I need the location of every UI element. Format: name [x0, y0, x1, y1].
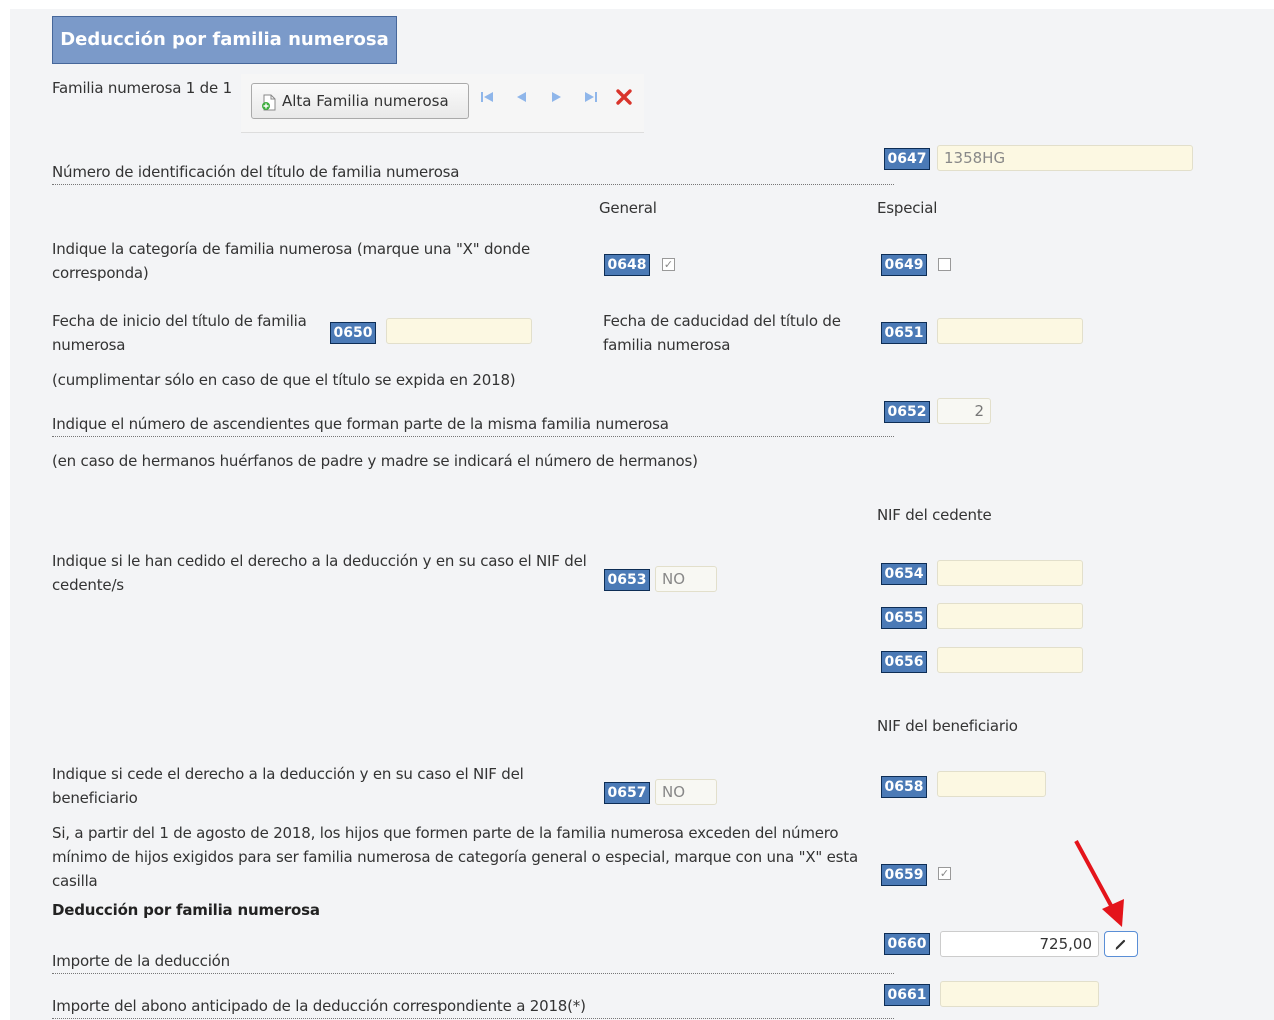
box-0656: 0656	[881, 651, 927, 673]
box-0657: 0657	[604, 782, 650, 804]
pencil-icon	[1115, 939, 1126, 950]
label-0652: Indique el número de ascendientes que fo…	[52, 412, 894, 437]
form-panel: Deducción por familia numerosa Familia n…	[10, 9, 1274, 1020]
field-0647[interactable]: 1358HG	[937, 145, 1193, 171]
label-0650: Fecha de inicio del título de familia nu…	[52, 312, 307, 354]
field-0661[interactable]	[940, 981, 1099, 1007]
field-0658[interactable]	[937, 771, 1046, 797]
add-family-label: Alta Familia numerosa	[282, 92, 449, 110]
delete-record-icon[interactable]	[613, 86, 635, 108]
subtitle-deduccion: Deducción por familia numerosa	[52, 901, 320, 919]
box-0661: 0661	[884, 984, 930, 1006]
field-0651[interactable]	[937, 318, 1083, 344]
checkbox-0648[interactable]: ✓	[662, 258, 675, 271]
label-0660: Importe de la deducción	[52, 949, 894, 974]
field-0656[interactable]	[937, 647, 1083, 673]
last-record-icon[interactable]	[579, 86, 601, 108]
header-nif-cedente: NIF del cedente	[877, 506, 992, 524]
note-huerfanos: (en caso de hermanos huérfanos de padre …	[52, 452, 698, 470]
next-record-icon[interactable]	[545, 86, 567, 108]
red-arrow-icon	[1074, 840, 1124, 927]
field-0657[interactable]: NO	[655, 779, 717, 805]
field-0653[interactable]: NO	[655, 566, 717, 592]
header-nif-beneficiario: NIF del beneficiario	[877, 717, 1018, 735]
field-0654[interactable]	[937, 560, 1083, 586]
field-0660[interactable]: 725,00	[940, 931, 1099, 957]
label-0651: Fecha de caducidad del título de familia…	[603, 312, 841, 354]
edit-0660-button[interactable]	[1104, 931, 1138, 957]
checkbox-0659[interactable]: ✓	[938, 867, 951, 880]
note-2018: (cumplimentar sólo en caso de que el tít…	[52, 371, 516, 389]
label-0647: Número de identificación del título de f…	[52, 160, 894, 185]
field-0652[interactable]: 2	[937, 398, 991, 424]
section-title: Deducción por familia numerosa	[52, 16, 397, 64]
new-document-icon	[262, 94, 276, 111]
record-toolbar: Alta Familia numerosa	[241, 74, 644, 133]
label-0653: Indique si le han cedido el derecho a la…	[52, 552, 587, 594]
box-0659: 0659	[881, 864, 927, 886]
first-record-icon[interactable]	[477, 86, 499, 108]
field-0650[interactable]	[386, 318, 532, 344]
record-counter: Familia numerosa 1 de 1	[52, 79, 232, 97]
prev-record-icon[interactable]	[511, 86, 533, 108]
label-category: Indique la categoría de familia numerosa…	[52, 240, 530, 282]
box-0652: 0652	[884, 401, 930, 423]
box-0658: 0658	[881, 776, 927, 798]
box-0649: 0649	[881, 254, 927, 276]
box-0653: 0653	[604, 569, 650, 591]
box-0660: 0660	[884, 933, 930, 955]
label-0657: Indique si cede el derecho a la deducció…	[52, 765, 524, 807]
box-0648: 0648	[604, 254, 650, 276]
box-0654: 0654	[881, 563, 927, 585]
header-especial: Especial	[877, 199, 938, 217]
add-family-button[interactable]: Alta Familia numerosa	[251, 83, 469, 119]
label-0659: Si, a partir del 1 de agosto de 2018, lo…	[52, 824, 858, 890]
label-0661: Importe del abono anticipado de la deduc…	[52, 994, 894, 1019]
box-0655: 0655	[881, 607, 927, 629]
header-general: General	[599, 199, 657, 217]
box-0650: 0650	[330, 322, 376, 344]
box-0647: 0647	[884, 148, 930, 170]
field-0655[interactable]	[937, 603, 1083, 629]
box-0651: 0651	[881, 322, 927, 344]
checkbox-0649[interactable]	[938, 258, 951, 271]
